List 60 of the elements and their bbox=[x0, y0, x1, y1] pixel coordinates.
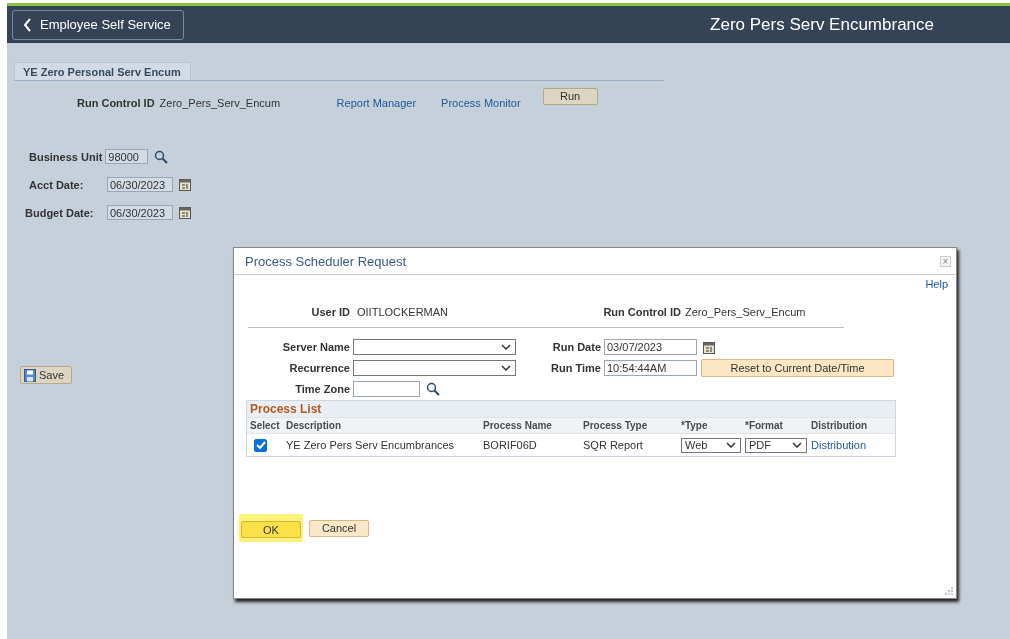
help-link[interactable]: Help bbox=[925, 278, 948, 292]
field-label: Run Control ID bbox=[77, 97, 155, 109]
dialog-title: Process Scheduler Request bbox=[245, 253, 407, 269]
calendar-icon[interactable] bbox=[179, 206, 191, 219]
dropdown[interactable] bbox=[353, 339, 516, 355]
dropdown[interactable]: PDF bbox=[745, 437, 807, 453]
resize-grip-icon bbox=[945, 587, 953, 595]
run-button[interactable]: Run bbox=[542, 87, 598, 105]
chevron-down-icon bbox=[501, 365, 511, 371]
chevron-down-icon bbox=[501, 344, 511, 350]
chevron-down-icon bbox=[726, 442, 736, 448]
checkbox[interactable] bbox=[254, 438, 267, 452]
save-button[interactable]: Save bbox=[20, 366, 72, 384]
reset-button[interactable]: Reset to Current Date/Time bbox=[701, 359, 894, 377]
link[interactable]: Distribution bbox=[811, 439, 867, 451]
column-header: Distribution bbox=[811, 420, 869, 431]
column-header: *Type bbox=[681, 420, 709, 431]
page-tab[interactable]: YE Zero Personal Serv Encum bbox=[14, 62, 191, 80]
table-cell-text: YE Zero Pers Serv Encumbrances bbox=[286, 439, 456, 451]
page-title: Zero Pers Serv Encumbrance bbox=[710, 14, 934, 35]
input-field[interactable]: 10:54:44AM bbox=[604, 360, 697, 376]
back-button[interactable]: Employee Self Service bbox=[12, 9, 184, 40]
column-header: Process Name bbox=[483, 420, 553, 431]
chevron-left-icon bbox=[23, 17, 32, 32]
field-label: Recurrence bbox=[288, 362, 350, 374]
field-label: Business Unit bbox=[29, 150, 103, 163]
field-label: Run Time bbox=[550, 362, 601, 374]
column-header: Description bbox=[286, 420, 342, 431]
grid-title: Process List bbox=[250, 402, 322, 416]
calendar-icon[interactable] bbox=[179, 178, 191, 191]
field-label: Run Control ID bbox=[602, 306, 681, 318]
column-header: Select bbox=[250, 420, 281, 431]
ok-button[interactable]: OK bbox=[241, 521, 301, 538]
field-label: Run Date bbox=[551, 341, 601, 353]
field-value: Zero_Pers_Serv_Encum bbox=[159, 97, 282, 109]
field-label: User ID bbox=[310, 306, 350, 318]
input-field[interactable]: 98000 bbox=[105, 149, 149, 164]
table-cell-text: BORIF06D bbox=[483, 439, 538, 451]
calendar-icon[interactable] bbox=[703, 340, 715, 354]
chevron-down-icon bbox=[792, 442, 802, 448]
column-header: Process Type bbox=[583, 420, 649, 431]
dropdown[interactable]: Web bbox=[681, 437, 741, 453]
search-icon[interactable] bbox=[154, 149, 169, 164]
link[interactable]: Process Monitor bbox=[441, 97, 521, 109]
field-label: Acct Date: bbox=[29, 178, 85, 191]
search-icon[interactable] bbox=[426, 382, 440, 396]
input-field[interactable]: 06/30/2023 bbox=[107, 177, 173, 192]
table-cell-text: SQR Report bbox=[583, 439, 644, 451]
input-field[interactable]: 03/07/2023 bbox=[604, 339, 697, 355]
field-label: Budget Date: bbox=[25, 206, 95, 219]
dropdown[interactable] bbox=[353, 360, 516, 376]
field-label: Server Name bbox=[281, 341, 350, 353]
link[interactable]: Report Manager bbox=[336, 97, 417, 109]
field-value: Zero_Pers_Serv_Encum bbox=[685, 306, 806, 318]
cancel-button[interactable]: Cancel bbox=[309, 519, 369, 537]
column-header: *Format bbox=[745, 420, 784, 431]
input-field[interactable] bbox=[353, 381, 420, 397]
input-field[interactable]: 06/30/2023 bbox=[107, 205, 173, 220]
field-label: Time Zone bbox=[294, 383, 350, 395]
field-value: OIITLOCKERMAN bbox=[357, 306, 450, 318]
